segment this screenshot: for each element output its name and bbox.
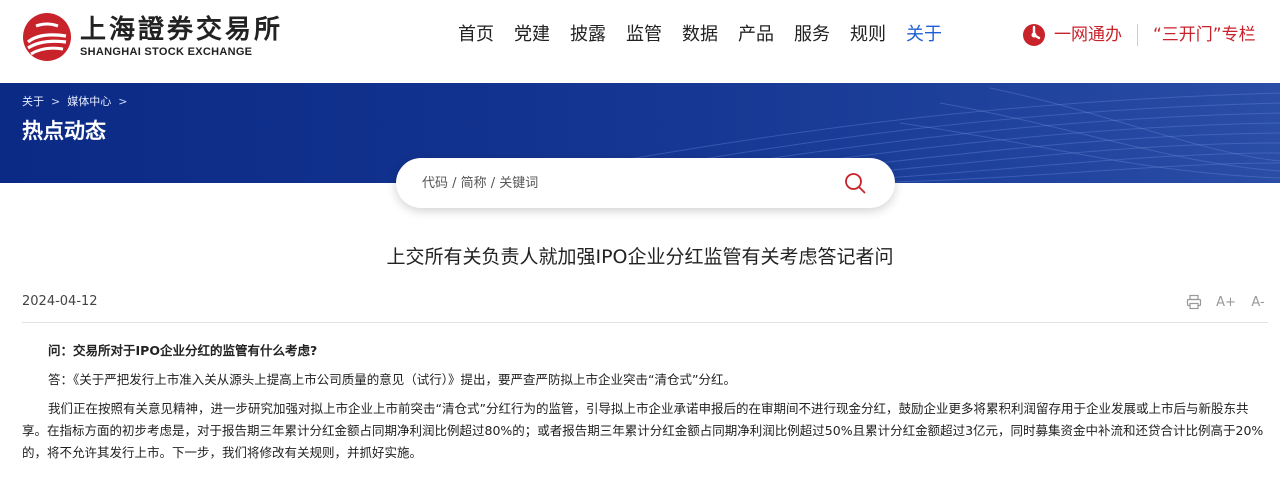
article-body: 问：交易所对于IPO企业分红的监管有什么考虑? 答：《关于严把发行上市准入关从源…	[22, 340, 1268, 471]
nav-item-products[interactable]: 产品	[738, 22, 774, 48]
nav-item-rules[interactable]: 规则	[850, 22, 886, 48]
nav-item-data[interactable]: 数据	[682, 22, 718, 48]
chevron-right-icon: >	[118, 94, 128, 108]
search-icon[interactable]	[843, 171, 867, 195]
nav-item-home[interactable]: 首页	[458, 22, 494, 48]
font-larger-button[interactable]: A+	[1216, 292, 1236, 312]
breadcrumb-media-center[interactable]: 媒体中心	[67, 93, 111, 109]
article-paragraph: 我们正在按照有关意见精神，进一步研究加强对拟上市企业上市前突击“清仓式”分红行为…	[22, 401, 1264, 460]
search-box	[396, 158, 895, 208]
nav-item-party[interactable]: 党建	[514, 22, 550, 48]
nav-item-regulation[interactable]: 监管	[626, 22, 662, 48]
article-question: 问：交易所对于IPO企业分红的监管有什么考虑?	[48, 343, 318, 358]
chevron-right-icon: >	[51, 94, 61, 108]
one-stop-service-icon	[1023, 24, 1045, 46]
breadcrumb: 关于 > 媒体中心 >	[22, 93, 134, 109]
nav-item-services[interactable]: 服务	[794, 22, 830, 48]
sse-logo-icon	[23, 13, 71, 61]
main-nav: 首页 党建 披露 监管 数据 产品 服务 规则 关于	[458, 22, 962, 48]
three-doors-column-link[interactable]: “三开门”专栏	[1153, 22, 1256, 48]
logo-english-name: SHANGHAI STOCK EXCHANGE	[80, 46, 253, 58]
article-answer: 答：《关于严把发行上市准入关从源头上提高上市公司质量的意见（试行）》提出，要严查…	[48, 372, 736, 387]
one-stop-service-link[interactable]: 一网通办	[1054, 22, 1122, 48]
article-date: 2024-04-12	[22, 294, 98, 309]
breadcrumb-about[interactable]: 关于	[22, 93, 44, 109]
header-right-links: 一网通办 “三开门”专栏	[1022, 22, 1256, 48]
font-smaller-button[interactable]: A-	[1248, 292, 1268, 312]
site-header: 上海證券交易所 SHANGHAI STOCK EXCHANGE 首页 党建 披露…	[0, 0, 1280, 83]
article-tools: A+ A-	[1184, 292, 1280, 312]
article-title: 上交所有关负责人就加强IPO企业分红监管有关考虑答记者问	[386, 246, 894, 268]
print-icon[interactable]	[1184, 292, 1204, 312]
nav-item-about[interactable]: 关于	[906, 22, 942, 48]
header-divider	[1137, 24, 1138, 46]
logo-chinese-name: 上海證券交易所	[80, 15, 284, 45]
page-title: 热点动态	[22, 119, 106, 143]
nav-item-disclosure[interactable]: 披露	[570, 22, 606, 48]
sse-logo[interactable]: 上海證券交易所 SHANGHAI STOCK EXCHANGE	[22, 12, 283, 62]
article-divider	[22, 322, 1268, 323]
search-input[interactable]	[422, 171, 822, 195]
